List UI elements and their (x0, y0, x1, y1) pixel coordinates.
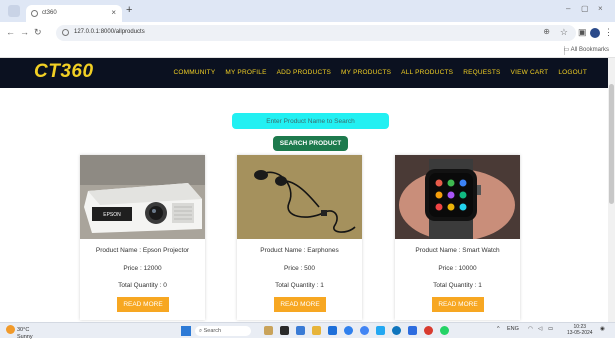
product-image (395, 155, 520, 239)
product-quantity: Total Quantity : 1 (433, 282, 482, 289)
nav-view-cart[interactable]: VIEW CART (511, 69, 549, 76)
windows-start-icon[interactable] (181, 326, 191, 336)
product-card: EPSON Product Name : Epson Projector Pri… (80, 155, 205, 320)
product-search-input[interactable] (232, 113, 389, 129)
product-image (237, 155, 362, 239)
tab-title: ct360 (42, 10, 57, 16)
address-bar-row: ← → ↻ 127.0.0.1:8000/allproducts ⊕ ☆ (0, 22, 615, 44)
taskbar-app-icon[interactable] (392, 326, 401, 335)
window-close-button[interactable]: × (598, 4, 603, 13)
url-field[interactable]: 127.0.0.1:8000/allproducts ⊕ ☆ (56, 25, 576, 41)
clock-date: 13-05-2024 (567, 330, 593, 336)
search-product-button[interactable]: SEARCH PRODUCT (273, 136, 348, 151)
windows-taskbar: 30°C Sunny ⌕ Search ^ ENG ◠ ◁ ▭ 10:23 13… (0, 322, 615, 340)
taskbar-search[interactable]: ⌕ Search (195, 326, 251, 336)
nav-my-products[interactable]: MY PRODUCTS (341, 69, 391, 76)
page-scrollbar[interactable] (608, 58, 615, 322)
minimize-button[interactable]: – (566, 4, 570, 13)
file-explorer-icon[interactable] (312, 326, 321, 335)
nav-requests[interactable]: REQUESTS (463, 69, 500, 76)
nav-logout[interactable]: LOGOUT (558, 69, 587, 76)
weather-desc: Sunny (17, 334, 33, 340)
sun-icon (6, 325, 15, 334)
profile-avatar[interactable] (590, 28, 600, 38)
browser-menu-button[interactable] (8, 5, 20, 17)
nav-all-products[interactable]: ALL PRODUCTS (401, 69, 453, 76)
taskbar-app-icon[interactable] (424, 326, 433, 335)
taskbar-app-icon[interactable] (296, 326, 305, 335)
maximize-button[interactable]: ▢ (581, 4, 589, 13)
edge-icon[interactable] (344, 326, 353, 335)
reload-icon[interactable]: ↻ (34, 27, 42, 38)
site-info-icon[interactable] (62, 29, 69, 36)
app-navbar: CT360 COMMUNITY MY PROFILE ADD PRODUCTS … (0, 58, 615, 88)
nav-my-profile[interactable]: MY PROFILE (225, 69, 266, 76)
forward-arrow-icon[interactable]: → (20, 27, 29, 37)
browser-more-icon[interactable]: ⋮ (604, 27, 613, 38)
system-clock[interactable]: 10:23 13-05-2024 (567, 324, 593, 336)
browser-tab-bar: ct360 × + – ▢ × (0, 0, 615, 22)
product-quantity: Total Quantity : 1 (275, 282, 324, 289)
taskbar-app-icon[interactable] (328, 326, 337, 335)
browser-tab[interactable]: ct360 × (26, 5, 122, 22)
taskbar-app-icon[interactable] (280, 326, 289, 335)
tab-close-button[interactable]: × (111, 8, 116, 17)
volume-icon[interactable]: ◁ (538, 326, 542, 332)
bookmarks-bar: ▭ All Bookmarks (0, 44, 615, 58)
product-name: Product Name : Earphones (260, 247, 339, 254)
read-more-button[interactable]: READ MORE (117, 297, 169, 312)
product-price: Price : 10000 (438, 265, 477, 272)
whatsapp-icon[interactable] (440, 326, 449, 335)
all-bookmarks-button[interactable]: ▭ All Bookmarks (564, 46, 609, 53)
nav-community[interactable]: COMMUNITY (173, 69, 215, 76)
nav-add-products[interactable]: ADD PRODUCTS (277, 69, 331, 76)
product-quantity: Total Quantity : 0 (118, 282, 167, 289)
all-bookmarks-label: All Bookmarks (570, 47, 609, 53)
taskbar-app-icon[interactable] (376, 326, 385, 335)
scrollbar-thumb[interactable] (609, 84, 614, 204)
product-image: EPSON (80, 155, 205, 239)
back-arrow-icon[interactable]: ← (6, 27, 15, 37)
battery-icon[interactable]: ▭ (548, 326, 553, 332)
tray-chevron-icon[interactable]: ^ (497, 326, 500, 332)
main-menu: COMMUNITY MY PROFILE ADD PRODUCTS MY PRO… (173, 69, 587, 76)
weather-temp: 30°C (17, 326, 30, 333)
taskbar-app-icon[interactable] (264, 326, 273, 335)
product-price: Price : 500 (283, 265, 316, 272)
taskbar-search-label: Search (203, 328, 222, 334)
epson-brand-mark: EPSON (103, 212, 121, 218)
read-more-button[interactable]: READ MORE (274, 297, 326, 312)
search-icon: ⌕ (199, 328, 203, 334)
new-tab-button[interactable]: + (126, 4, 132, 16)
vscode-icon[interactable] (408, 326, 417, 335)
extensions-icon[interactable]: ▣ (578, 27, 587, 38)
folder-icon: ▭ (563, 47, 570, 53)
product-card: Product Name : Smart Watch Price : 10000… (395, 155, 520, 320)
read-more-button[interactable]: READ MORE (432, 297, 484, 312)
language-indicator[interactable]: ENG (507, 326, 519, 332)
url-text: 127.0.0.1:8000/allproducts (74, 29, 145, 35)
favicon-icon (31, 10, 38, 17)
product-name: Product Name : Epson Projector (95, 247, 190, 254)
zoom-icon[interactable]: ⊕ (543, 27, 550, 36)
product-card: Product Name : Earphones Price : 500 Tot… (237, 155, 362, 320)
bookmark-star-icon[interactable]: ☆ (560, 27, 568, 38)
product-name: Product Name : Smart Watch (415, 247, 500, 254)
notification-icon[interactable]: ◉ (600, 326, 605, 332)
chrome-icon[interactable] (360, 326, 369, 335)
wifi-icon[interactable]: ◠ (528, 326, 533, 332)
brand-logo[interactable]: CT360 (34, 61, 94, 83)
product-price: Price : 12000 (123, 265, 162, 272)
